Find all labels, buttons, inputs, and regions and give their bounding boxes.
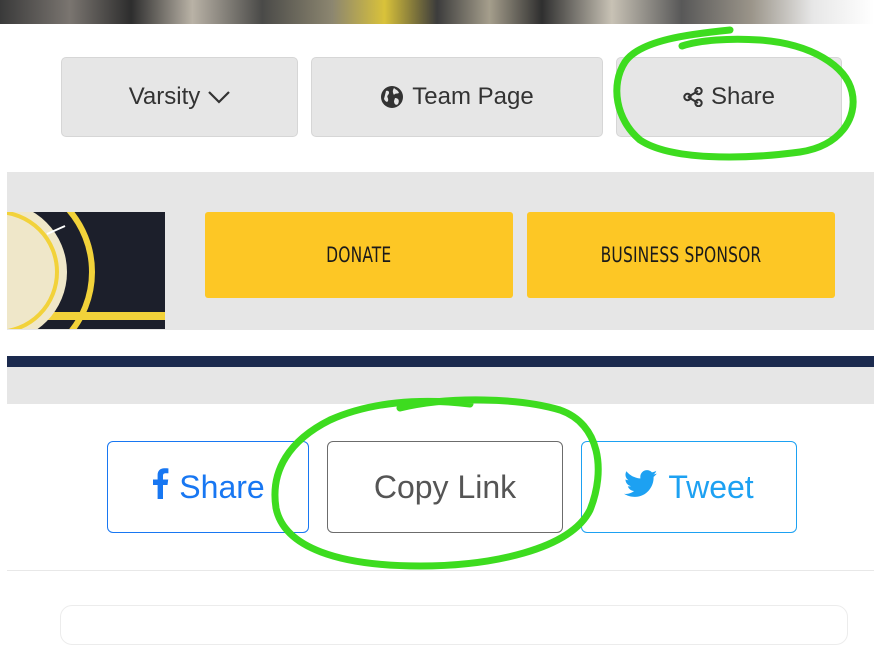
facebook-share-button[interactable]: Share [107,441,309,533]
business-sponsor-label: BUSINESS SPONSOR [600,243,762,267]
team-page-button[interactable]: Team Page [311,57,603,137]
share-button[interactable]: Share [616,57,842,137]
donate-label: DONATE [326,243,392,267]
content-card [60,605,848,645]
navy-divider-bar [7,356,874,367]
gray-band [7,367,874,404]
share-label: Share [710,83,776,110]
chevron-down-icon [208,90,231,104]
facebook-share-label: Share [179,468,265,505]
copy-link-label: Copy Link [373,468,517,505]
share-nodes-icon [683,87,703,107]
section-divider [7,570,874,571]
globe-icon [380,85,404,109]
facebook-icon [151,467,169,507]
tweet-button[interactable]: Tweet [581,441,797,533]
team-page-label: Team Page [412,83,534,110]
tweet-label: Tweet [668,468,754,505]
varsity-dropdown-button[interactable]: Varsity [61,57,298,137]
hero-photo-strip [0,0,874,24]
business-sponsor-button[interactable]: BUSINESS SPONSOR [527,212,835,298]
copy-link-button[interactable]: Copy Link [327,441,563,533]
team-logo-image [7,212,165,329]
twitter-icon [624,469,658,506]
varsity-label: Varsity [128,83,201,110]
donate-button[interactable]: DONATE [205,212,513,298]
